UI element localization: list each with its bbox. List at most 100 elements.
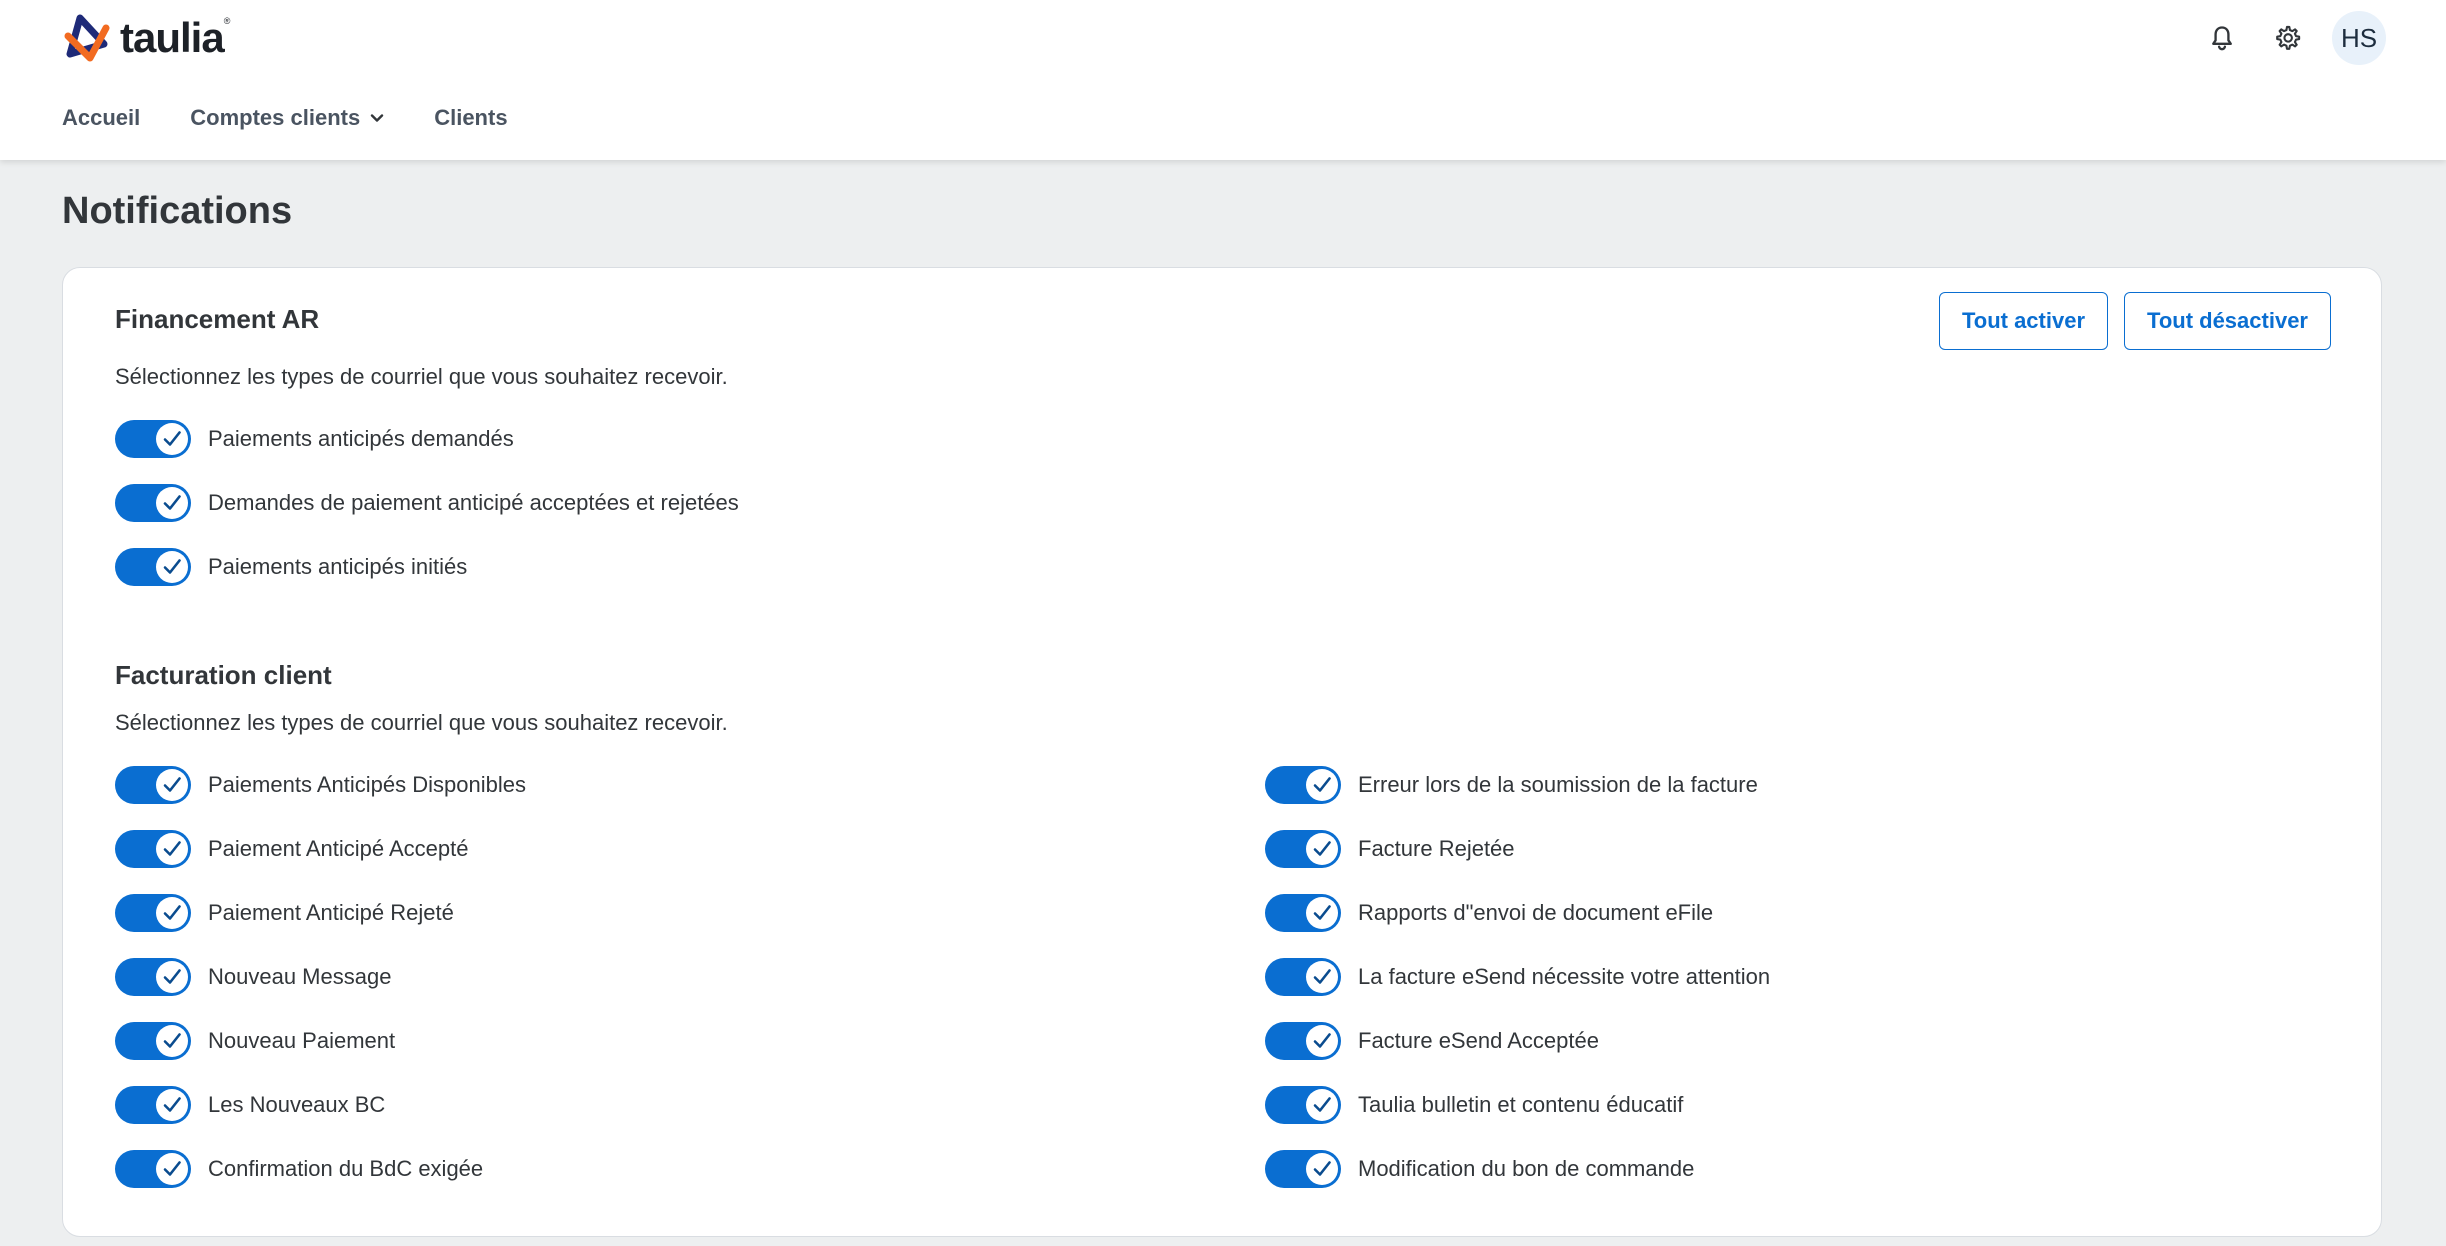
notifications-card: Tout activer Tout désactiver Financement…	[62, 267, 2382, 1237]
toggle-knob	[1306, 1025, 1338, 1057]
checkmark-icon	[163, 431, 181, 446]
toggle-label: Paiements anticipés initiés	[208, 554, 468, 579]
taulia-logo-icon	[64, 14, 110, 62]
toggle-knob	[156, 551, 188, 583]
toggle-switch[interactable]	[115, 958, 191, 996]
enable-all-button[interactable]: Tout activer	[1938, 292, 2109, 350]
toggle-label: Paiements Anticipés Disponibles	[208, 772, 526, 797]
toggle-row-paiements-anticipes-inities: Paiements anticipés initiés	[115, 547, 467, 587]
toggle-label: Facture eSend Acceptée	[1358, 1028, 1599, 1053]
checkmark-icon	[1313, 969, 1331, 984]
toggle-label: Paiements anticipés demandés	[208, 426, 514, 451]
checkmark-icon	[1313, 841, 1331, 856]
toggle-row-paiements-anticipes-disponibles: Paiements Anticipés Disponibles	[115, 765, 526, 805]
toggle-label: Paiement Anticipé Rejeté	[208, 900, 454, 925]
gear-icon	[2276, 25, 2301, 50]
toggle-row-paiement-anticipe-rejete: Paiement Anticipé Rejeté	[115, 893, 454, 933]
toggle-row-nouveau-paiement: Nouveau Paiement	[115, 1021, 395, 1061]
toggle-knob	[1306, 769, 1338, 801]
logo-wordmark: taulia®	[120, 14, 230, 61]
toggle-row-modification-du-bon-de-commande: Modification du bon de commande	[1265, 1149, 1694, 1189]
section-title-financement-ar: Financement AR	[115, 304, 320, 334]
toggle-knob	[1306, 1153, 1338, 1185]
toggle-switch[interactable]	[115, 894, 191, 932]
toggle-row-la-facture-esend-necessite-votre-attention: La facture eSend nécessite votre attenti…	[1265, 957, 1770, 997]
toggle-knob	[1306, 897, 1338, 929]
checkmark-icon	[1313, 777, 1331, 792]
toggle-switch[interactable]	[1265, 766, 1341, 804]
toggle-knob	[156, 1153, 188, 1185]
user-avatar[interactable]: HS	[2332, 11, 2386, 65]
toggle-knob	[156, 1025, 188, 1057]
checkmark-icon	[163, 905, 181, 920]
toggle-label: Demandes de paiement anticipé acceptées …	[208, 490, 739, 515]
toggle-label: Les Nouveaux BC	[208, 1092, 386, 1117]
chevron-down-icon	[371, 114, 384, 122]
section-title-facturation-client: Facturation client	[115, 660, 332, 690]
toggle-knob	[156, 961, 188, 993]
toggle-knob	[156, 1089, 188, 1121]
toggle-switch[interactable]	[115, 548, 191, 586]
checkmark-icon	[1313, 1033, 1331, 1048]
toggle-knob	[156, 833, 188, 865]
toggle-knob	[156, 487, 188, 519]
header-actions: HS	[2177, 11, 2386, 65]
settings-button[interactable]	[2267, 18, 2307, 58]
toggle-label: Nouveau Paiement	[208, 1028, 396, 1053]
toggle-row-facture-esend-acceptee: Facture eSend Acceptée	[1265, 1021, 1599, 1061]
toggle-switch[interactable]	[1265, 958, 1341, 996]
checkmark-icon	[163, 1033, 181, 1048]
toggle-row-facture-rejetee: Facture Rejetée	[1265, 829, 1515, 869]
bell-icon	[2212, 26, 2232, 51]
toggle-row-demandes-de-paiement-anticipe-acceptees-et-rejetees: Demandes de paiement anticipé acceptées …	[115, 483, 739, 523]
bulk-actions: Tout activer Tout désactiver	[1923, 292, 2331, 350]
toggle-row-confirmation-du-bdc-exigee: Confirmation du BdC exigée	[115, 1149, 483, 1189]
toggle-row-taulia-bulletin-et-contenu-educatif: Taulia bulletin et contenu éducatif	[1265, 1085, 1683, 1125]
checkmark-icon	[163, 777, 181, 792]
toggle-switch[interactable]	[115, 1022, 191, 1060]
checkmark-icon	[1313, 905, 1331, 920]
toggle-switch[interactable]	[115, 766, 191, 804]
toggle-label: La facture eSend nécessite votre attenti…	[1358, 964, 1771, 989]
taulia-logo[interactable]: taulia®	[60, 12, 230, 64]
toggle-row-erreur-lors-de-la-soumission-de-la-facture: Erreur lors de la soumission de la factu…	[1265, 765, 1758, 805]
checkmark-icon	[1313, 1097, 1331, 1112]
toggle-label: Nouveau Message	[208, 964, 392, 989]
toggle-switch[interactable]	[115, 420, 191, 458]
toggle-knob	[1306, 961, 1338, 993]
checkmark-icon	[163, 1161, 181, 1176]
disable-all-button[interactable]: Tout désactiver	[2124, 292, 2331, 350]
main-nav: Accueil Comptes clients Clients	[62, 102, 558, 134]
toggle-switch[interactable]	[1265, 1150, 1341, 1188]
nav-item-comptes-clients[interactable]: Comptes clients	[190, 105, 384, 131]
section-desc-financement-ar: Sélectionnez les types de courriel que v…	[115, 364, 728, 389]
toggle-switch[interactable]	[1265, 894, 1341, 932]
checkmark-icon	[163, 559, 181, 574]
toggle-switch[interactable]	[115, 830, 191, 868]
toggle-label: Paiement Anticipé Accepté	[208, 836, 469, 861]
toggle-switch[interactable]	[115, 1150, 191, 1188]
toggle-switch[interactable]	[1265, 1086, 1341, 1124]
checkmark-icon	[1313, 1161, 1331, 1176]
nav-item-accueil[interactable]: Accueil	[62, 105, 140, 131]
toggle-switch[interactable]	[115, 1086, 191, 1124]
nav-item-clients[interactable]: Clients	[434, 105, 507, 131]
toggle-knob	[156, 769, 188, 801]
checkmark-icon	[163, 969, 181, 984]
toggle-row-paiements-anticipes-demandes: Paiements anticipés demandés	[115, 419, 514, 459]
toggle-knob	[1306, 1089, 1338, 1121]
toggle-switch[interactable]	[115, 484, 191, 522]
toggle-label: Modification du bon de commande	[1358, 1156, 1695, 1181]
toggle-row-les-nouveaux-bc: Les Nouveaux BC	[115, 1085, 385, 1125]
notifications-button[interactable]	[2202, 18, 2242, 58]
toggle-switch[interactable]	[1265, 830, 1341, 868]
section-desc-facturation-client: Sélectionnez les types de courriel que v…	[115, 710, 728, 735]
toggle-knob	[156, 423, 188, 455]
toggle-switch[interactable]	[1265, 1022, 1341, 1060]
toggle-label: Taulia bulletin et contenu éducatif	[1358, 1092, 1684, 1117]
page-title: Notifications	[62, 190, 293, 232]
toggle-label: Confirmation du BdC exigée	[208, 1156, 484, 1181]
toggle-row-paiement-anticipe-accepte: Paiement Anticipé Accepté	[115, 829, 469, 869]
toggle-knob	[1306, 833, 1338, 865]
toggle-knob	[156, 897, 188, 929]
